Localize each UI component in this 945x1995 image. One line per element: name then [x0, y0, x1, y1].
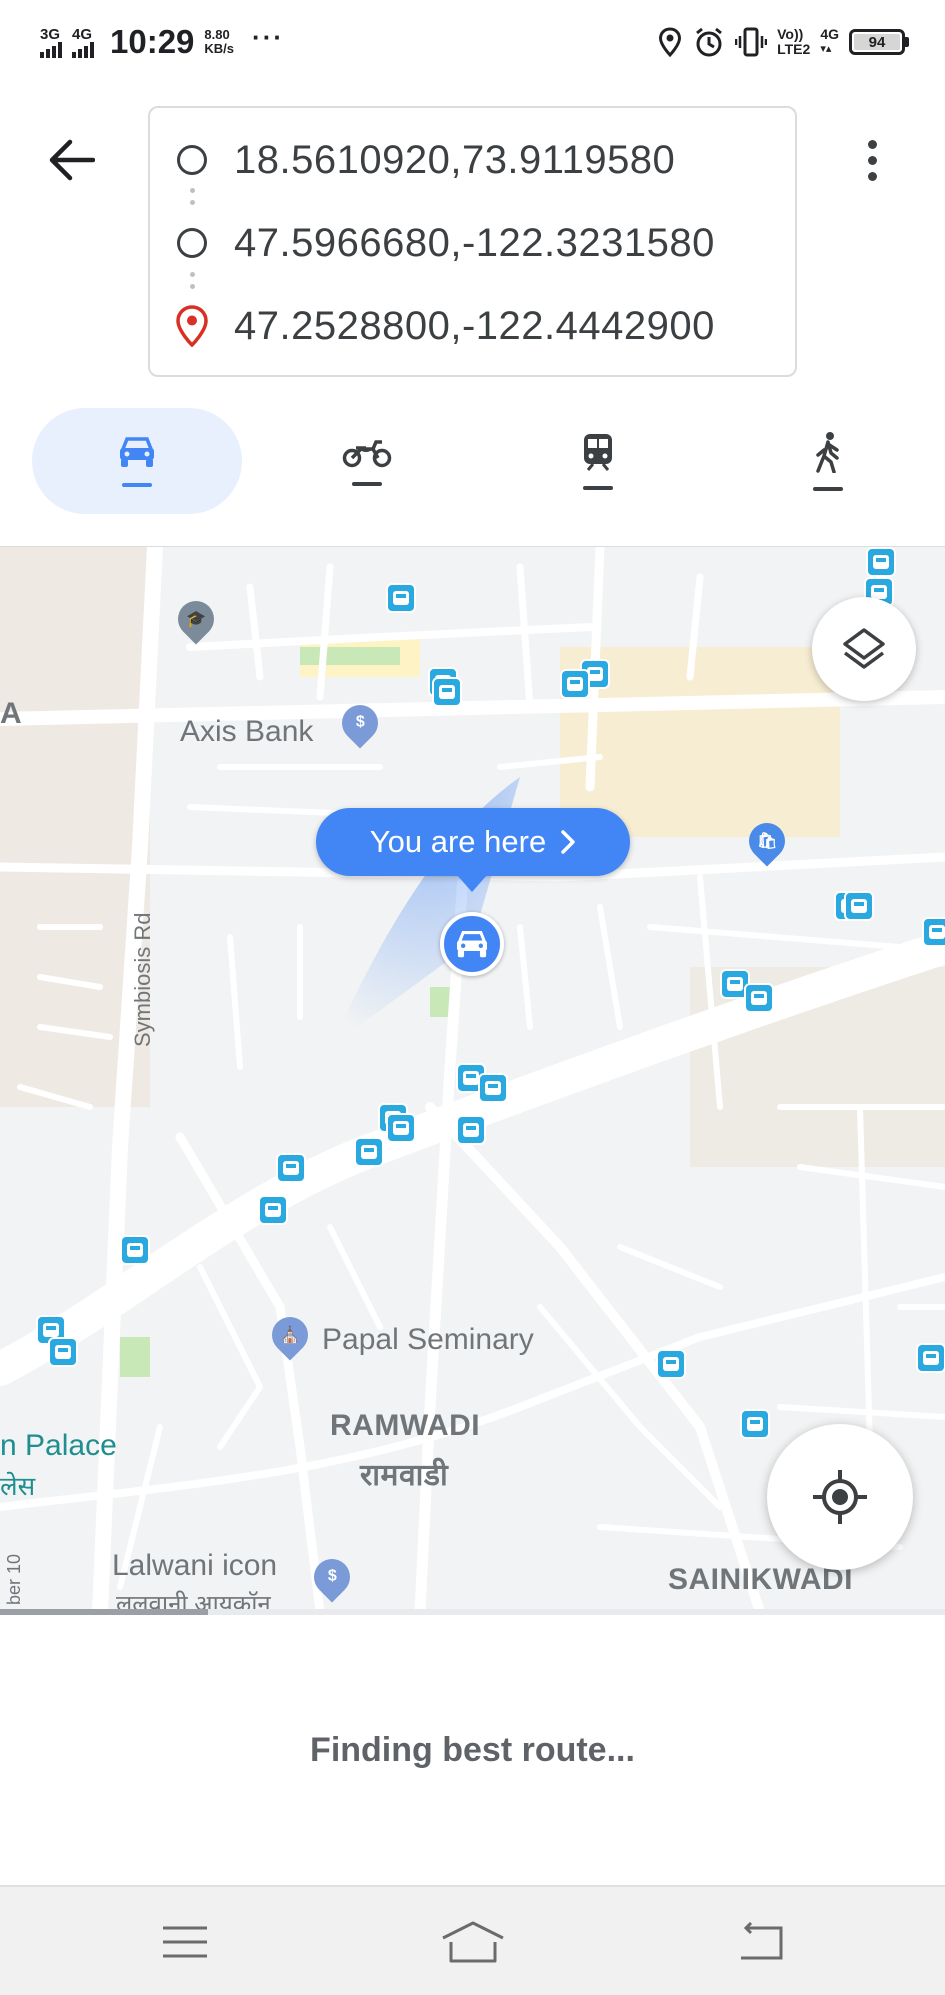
- origin-circle-icon: [177, 145, 207, 175]
- walking-icon: [816, 432, 839, 473]
- system-nav-bar: [0, 1885, 945, 1995]
- back-nav-icon: [741, 1922, 783, 1960]
- signal-label: 4G: [72, 25, 93, 43]
- signal-4g-icon: 4G: [72, 27, 94, 58]
- bus-stop-icon[interactable]: [656, 1349, 686, 1379]
- motorcycle-icon: [342, 440, 392, 468]
- network-label: 4G: [820, 26, 839, 42]
- bus-stop-icon[interactable]: [744, 983, 774, 1013]
- speed-unit: KB/s: [204, 41, 235, 56]
- bus-stop-icon[interactable]: [386, 583, 416, 613]
- bus-stop-icon[interactable]: [432, 677, 462, 707]
- tab-two-wheeler[interactable]: [262, 408, 472, 514]
- map-label-ramwadi: RAMWADI: [330, 1409, 481, 1442]
- arrow-back-icon: [49, 139, 95, 181]
- vibrate-icon: [735, 27, 768, 57]
- destination-pin-icon: [176, 305, 208, 347]
- you-are-here-callout[interactable]: You are here: [316, 808, 630, 892]
- map-label-ramwadi-hindi: रामवाडी: [360, 1459, 449, 1492]
- location-icon: [659, 27, 682, 57]
- waypoint-destination-text: 47.2528800,-122.4442900: [234, 303, 715, 348]
- bus-stop-icon[interactable]: [922, 917, 945, 947]
- bus-stop-icon[interactable]: [478, 1073, 508, 1103]
- speed-value: 8.80: [204, 27, 230, 42]
- map-label-palace-hindi: लेस: [0, 1471, 36, 1501]
- finding-route-status: Finding best route...: [310, 1730, 635, 1769]
- map-label-edge-ber: ber 10: [4, 1553, 24, 1605]
- map-layers-button[interactable]: [812, 597, 916, 701]
- nav-home-button[interactable]: [428, 1907, 518, 1977]
- bus-stop-icon[interactable]: [560, 669, 590, 699]
- car-icon: [120, 437, 154, 467]
- connector-dots: [190, 188, 195, 212]
- my-location-button[interactable]: [767, 1424, 913, 1570]
- network-speed: 8.80 KB/s: [204, 28, 234, 56]
- bus-stop-icon[interactable]: [48, 1337, 78, 1367]
- bus-stop-icon[interactable]: [916, 1343, 945, 1373]
- signal-label: 3G: [40, 25, 61, 43]
- map-label-papal-seminary[interactable]: Papal Seminary: [322, 1323, 534, 1357]
- travel-mode-tabs: [0, 408, 945, 518]
- bus-stop-icon[interactable]: [258, 1195, 288, 1225]
- bus-stop-icon[interactable]: [354, 1137, 384, 1167]
- connector-dots: [190, 272, 195, 296]
- tab-walking[interactable]: [723, 408, 933, 514]
- menu-icon: [163, 1926, 207, 1958]
- alarm-icon: [696, 27, 723, 57]
- stop-circle-icon: [177, 228, 207, 258]
- bus-stop-icon[interactable]: [120, 1235, 150, 1265]
- more-options-button[interactable]: [852, 128, 892, 192]
- map-view[interactable]: 🎓 $ 🛍 ⛪ $ A Axis Bank Symbiosis Rd Papal…: [0, 546, 945, 1611]
- bus-stop-icon[interactable]: [844, 891, 874, 921]
- waypoint-origin[interactable]: 18.5610920,73.9119580: [150, 130, 795, 190]
- battery-icon: 94: [849, 29, 909, 55]
- bottom-sheet: Finding best route...: [0, 1615, 945, 1885]
- map-label-lalwani-hindi: ललवानी आयकॉन: [116, 1591, 271, 1611]
- bus-stop-icon[interactable]: [456, 1115, 486, 1145]
- status-bar: 3G 4G 10:29 8.80 KB/s ··· Vo)) LTE2 4G ▾…: [0, 0, 945, 84]
- volte-indicator: Vo)) LTE2: [777, 27, 810, 57]
- tab-driving[interactable]: [32, 408, 242, 514]
- map-label-lalwani[interactable]: Lalwani icon: [112, 1549, 277, 1583]
- bus-stop-icon[interactable]: [866, 547, 896, 577]
- maps-directions-screen: 3G 4G 10:29 8.80 KB/s ··· Vo)) LTE2 4G ▾…: [0, 0, 945, 1995]
- you-are-here-text: You are here: [369, 824, 547, 859]
- battery-level: 94: [854, 34, 900, 51]
- more-vert-icon: [867, 139, 877, 149]
- back-button[interactable]: [40, 128, 104, 192]
- car-icon: [457, 930, 487, 958]
- bus-stop-icon[interactable]: [386, 1113, 416, 1143]
- route-waypoints-box: 18.5610920,73.9119580 47.5966680,-122.32…: [148, 106, 797, 377]
- tab-transit[interactable]: [493, 408, 703, 514]
- train-icon: [584, 434, 612, 471]
- more-notifications-icon: ···: [252, 21, 285, 52]
- bus-stop-icon[interactable]: [276, 1153, 306, 1183]
- waypoint-stop-text: 47.5966680,-122.3231580: [234, 220, 715, 265]
- layers-icon: [843, 628, 885, 669]
- signal-3g-icon: 3G: [40, 27, 62, 58]
- network-4g-icon: 4G ▾▴: [820, 26, 839, 56]
- lte-label: LTE2: [777, 41, 811, 57]
- bus-stop-icon[interactable]: [740, 1409, 770, 1439]
- map-label-edge-a: A: [0, 697, 22, 730]
- clock: 10:29: [110, 23, 195, 60]
- waypoint-stop[interactable]: 47.5966680,-122.3231580: [150, 213, 795, 273]
- my-location-icon: [813, 1470, 867, 1524]
- nav-back-button[interactable]: [716, 1907, 806, 1977]
- map-label-symbiosis-rd: Symbiosis Rd: [130, 912, 155, 1047]
- volte-label: Vo)): [777, 26, 804, 42]
- chevron-right-icon: [561, 830, 575, 854]
- waypoint-origin-text: 18.5610920,73.9119580: [234, 137, 676, 182]
- map-label-palace[interactable]: n Palace: [0, 1429, 117, 1463]
- waypoint-destination[interactable]: 47.2528800,-122.4442900: [150, 296, 795, 356]
- map-label-axis-bank[interactable]: Axis Bank: [180, 715, 313, 749]
- home-icon: [442, 1921, 504, 1963]
- current-location-car-marker: [440, 912, 504, 976]
- nav-menu-button[interactable]: [140, 1907, 230, 1977]
